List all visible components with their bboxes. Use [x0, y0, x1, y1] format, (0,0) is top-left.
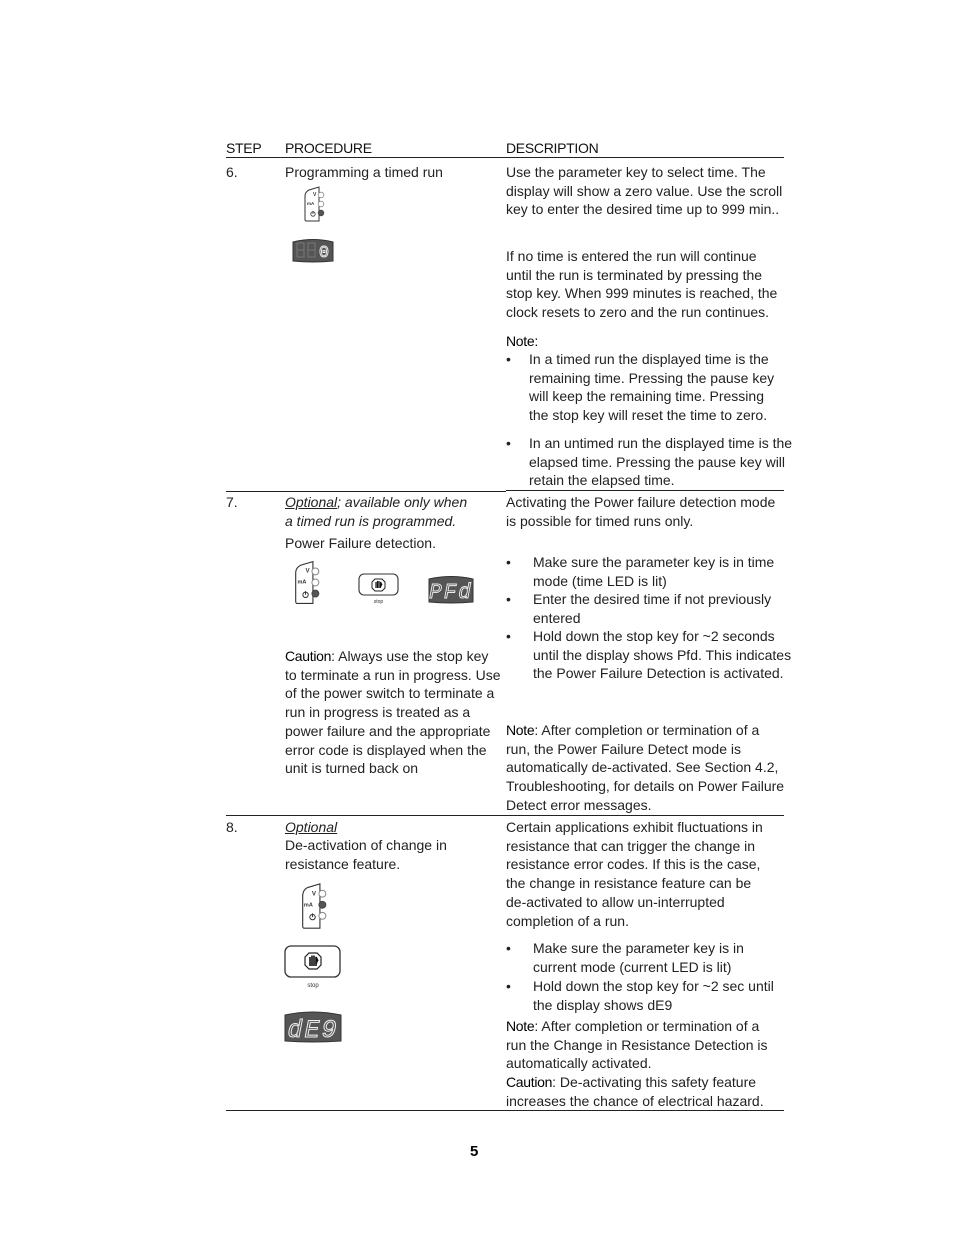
procedure-title: Programming a timed run [285, 164, 443, 180]
row-rule [226, 815, 784, 816]
bullet-icon: • [506, 978, 511, 994]
svg-text:V: V [313, 192, 317, 198]
procedure-bullet: • Make sure the parameter key is in time… [506, 554, 775, 589]
note-bullet: • In a timed run the displayed time is t… [506, 351, 775, 424]
note-bullet: • In an untimed run the displayed time i… [506, 435, 793, 489]
svg-text:V: V [306, 568, 311, 575]
step-number: 6. [226, 164, 238, 180]
page-number: 5 [470, 1143, 479, 1160]
stop-key-label: stop [307, 983, 319, 989]
description-para-1: Certain applications exhibit fluctuation… [506, 819, 763, 929]
description-para-1: Use the parameter key to select time. Th… [506, 164, 783, 218]
led-panel-time-lit: V mA [292, 560, 324, 605]
caution-note: Caution: Always use the stop key to term… [285, 648, 501, 777]
description-para-2: If no time is entered the run will conti… [506, 248, 778, 321]
seven-segment-display: 0 [291, 237, 335, 263]
bullet-icon: • [506, 591, 511, 607]
step-number: 8. [226, 819, 238, 835]
row-rule-right [506, 490, 784, 491]
procedure-bullet: • Enter the desired time if not previous… [506, 591, 772, 626]
procedure-bullet: • Make sure the parameter key is in curr… [506, 940, 744, 975]
note-label: Note: [506, 333, 538, 349]
svg-text:V: V [312, 891, 317, 898]
procedure-bullet: • Hold down the stop key for ~2 seconds … [506, 628, 792, 682]
manual-page: STEP PROCEDURE DESCRIPTION 6. Programmin… [0, 0, 954, 1235]
svg-text:mA: mA [298, 580, 307, 586]
row-rule-left [226, 491, 506, 492]
display-value: PFd [429, 582, 473, 604]
svg-text:mA: mA [304, 903, 313, 909]
stop-key-label: stop [374, 599, 384, 605]
display-value: dE9 [287, 1016, 338, 1043]
display-value: 0 [319, 244, 329, 263]
step-number: 7. [226, 494, 238, 510]
optional-note: Optional; available only when a timed ru… [285, 494, 468, 529]
stop-key: stop [283, 944, 343, 990]
seven-segment-display: dE9 [283, 1009, 343, 1043]
header-description: DESCRIPTION [506, 140, 599, 156]
procedure-title: De-activation of change in resistance fe… [285, 837, 447, 872]
bullet-icon: • [506, 628, 511, 644]
led-panel-time-lit: V mA [302, 186, 328, 222]
bullet-icon: • [506, 554, 511, 570]
stop-key: stop [357, 572, 401, 606]
optional-label: Optional [285, 819, 338, 835]
bullet-icon: • [506, 435, 511, 451]
bullet-icon: • [506, 351, 511, 367]
note: Note: After completion or termination of… [506, 722, 785, 813]
seven-segment-display: PFd [427, 574, 475, 604]
caution-note: Caution: De-activating this safety featu… [506, 1074, 764, 1109]
header-rule [226, 157, 784, 158]
bullet-icon: • [506, 940, 511, 956]
header-step: STEP [226, 140, 262, 156]
led-panel-current-lit: V mA [299, 882, 331, 930]
header-procedure: PROCEDURE [285, 140, 372, 156]
svg-text:mA: mA [307, 201, 315, 206]
procedure-bullet: • Hold down the stop key for ~2 sec unti… [506, 978, 774, 1013]
note: Note: After completion or termination of… [506, 1018, 768, 1072]
procedure-title: Power Failure detection. [285, 535, 436, 551]
description-para-1: Activating the Power failure detection m… [506, 494, 776, 529]
table-bottom-rule [226, 1110, 784, 1111]
